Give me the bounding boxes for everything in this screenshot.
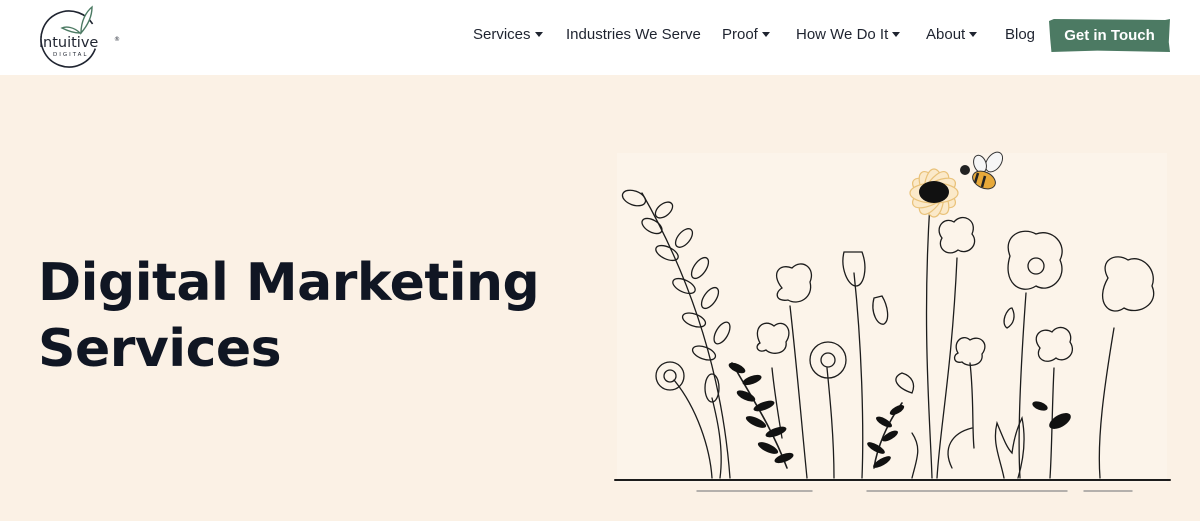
wildflowers-with-bee-illustration <box>612 148 1172 500</box>
nav-item-how-we-do-it[interactable]: How We Do It <box>796 24 901 44</box>
nav-item-about[interactable]: About <box>926 24 978 44</box>
main-nav: Services Industries We Serve Proof How W… <box>0 0 1200 68</box>
nav-item-industries[interactable]: Industries We Serve <box>566 24 701 44</box>
nav-item-proof[interactable]: Proof <box>722 24 770 44</box>
caret-down-icon <box>761 32 770 37</box>
site-header: intuitive ® DIGITAL Services Industries … <box>0 0 1200 75</box>
nav-item-blog[interactable]: Blog <box>1005 24 1035 44</box>
caret-down-icon <box>969 32 978 37</box>
page-title: Digital Marketing Services <box>38 253 540 379</box>
get-in-touch-button[interactable]: Get in Touch <box>1049 19 1170 52</box>
nav-item-services[interactable]: Services <box>473 24 543 44</box>
caret-down-icon <box>892 32 901 37</box>
caret-down-icon <box>534 32 543 37</box>
